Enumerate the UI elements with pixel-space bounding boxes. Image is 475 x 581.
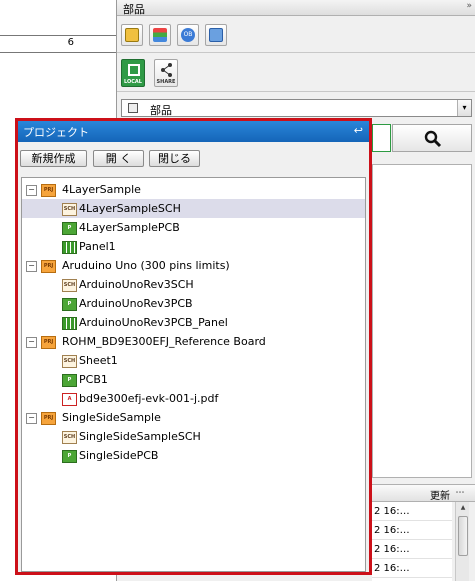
tree-project-node[interactable]: − PRJ SingleSideSample	[22, 408, 365, 427]
schematic-icon: SCH	[62, 355, 77, 368]
project-panel-titlebar: プロジェクト ↩	[18, 121, 369, 142]
list-icon	[128, 64, 140, 76]
parts-category-value: 部品	[150, 104, 172, 117]
db-button[interactable]	[205, 24, 227, 46]
parts-panel-title: 部品	[123, 3, 145, 16]
project-icon: PRJ	[41, 336, 56, 349]
tree-item-label: 4LayerSample	[62, 183, 141, 196]
share-label: SHARE	[156, 79, 176, 85]
project-icon: PRJ	[41, 412, 56, 425]
tree-item-label: ArduinoUnoRev3SCH	[79, 278, 194, 291]
close-project-button[interactable]: 閉じる	[149, 150, 200, 167]
scrollbar-thumb[interactable]	[458, 516, 468, 556]
tree-item[interactable]: ArduinoUnoRev3PCB_Panel	[22, 313, 365, 332]
grid-cell[interactable]: 2 16:…	[372, 521, 452, 540]
parts-library-icon	[125, 28, 139, 42]
tree-item-label: ArduinoUnoRev3PCB_Panel	[79, 316, 228, 329]
search-button[interactable]	[392, 124, 472, 152]
pcb-icon: P	[62, 450, 77, 463]
project-panel: プロジェクト ↩ 新規作成 開 く 閉じる − PRJ 4LayerSample SC…	[15, 118, 372, 575]
toolbar-separator	[117, 52, 475, 53]
grid-cell[interactable]: 2 16:…	[372, 540, 452, 559]
project-panel-title: プロジェクト	[23, 126, 89, 139]
ob-button[interactable]: OB	[177, 24, 199, 46]
ob-icon: OB	[181, 28, 195, 42]
collapse-icon[interactable]: −	[26, 413, 37, 424]
local-button[interactable]: LOCAL	[121, 59, 145, 87]
share-button[interactable]: SHARE	[154, 59, 178, 87]
tree-project-node[interactable]: − PRJ ROHM_BD9E300EFJ_Reference Board	[22, 332, 365, 351]
pin-icon[interactable]: ↩	[354, 124, 363, 137]
tree-item-label: SingleSideSample	[62, 411, 161, 424]
tree-item[interactable]: Abd9e300efj-evk-001-j.pdf	[22, 389, 365, 408]
grid-column-updated[interactable]: 更新	[430, 487, 450, 502]
column-menu-icon[interactable]: ⋯	[451, 484, 469, 502]
parts-library-button[interactable]	[121, 24, 143, 46]
toolbar-separator	[117, 91, 475, 92]
tree-project-node[interactable]: − PRJ Aruduino Uno (300 pins limits)	[22, 256, 365, 275]
tree-item-label: Panel1	[79, 240, 116, 253]
local-label: LOCAL	[124, 79, 142, 85]
tree-item-label: ArduinoUnoRev3PCB	[79, 297, 193, 310]
collapse-icon[interactable]: −	[26, 261, 37, 272]
expand-icon[interactable]: »	[466, 1, 472, 11]
tree-project-node[interactable]: − PRJ 4LayerSample	[22, 180, 365, 199]
project-icon: PRJ	[41, 260, 56, 273]
tree-item[interactable]: SCH 4LayerSampleSCH	[22, 199, 365, 218]
tree-item-label: Sheet1	[79, 354, 118, 367]
schematic-icon: SCH	[62, 431, 77, 444]
scroll-up-icon[interactable]: ▲	[456, 502, 470, 514]
search-icon	[424, 130, 442, 148]
share-icon	[161, 63, 172, 77]
tree-item-label: 4LayerSampleSCH	[79, 202, 181, 215]
layers-icon	[153, 28, 167, 42]
pcb-icon: P	[62, 298, 77, 311]
tree-item[interactable]: P 4LayerSamplePCB	[22, 218, 365, 237]
tree-item[interactable]: P PCB1	[22, 370, 365, 389]
tree-item[interactable]: P SingleSidePCB	[22, 446, 365, 465]
open-project-button[interactable]: 開 く	[93, 150, 144, 167]
pcb-icon: P	[62, 222, 77, 235]
grid-cell[interactable]: 2 16:…	[372, 502, 452, 521]
vertical-scrollbar[interactable]: ▲	[455, 502, 469, 581]
pcb-icon: P	[62, 374, 77, 387]
project-icon: PRJ	[41, 184, 56, 197]
chip-icon	[128, 103, 138, 113]
grid-cell[interactable]: 2 16:…	[372, 559, 452, 578]
new-project-button[interactable]: 新規作成	[20, 150, 87, 167]
tree-item-label: 4LayerSamplePCB	[79, 221, 180, 234]
grid-body: 2 16:… 2 16:… 2 16:… 2 16:…	[372, 502, 452, 581]
ruler: 6	[0, 35, 116, 53]
tree-item[interactable]: P ArduinoUnoRev3PCB	[22, 294, 365, 313]
tree-item-label: SingleSideSampleSCH	[79, 430, 201, 443]
chevron-down-icon[interactable]: ▾	[457, 100, 471, 116]
tree-item[interactable]: SCH ArduinoUnoRev3SCH	[22, 275, 365, 294]
tree-item-label: PCB1	[79, 373, 108, 386]
db-icon	[209, 28, 223, 42]
tree-item[interactable]: SCH SingleSideSampleSCH	[22, 427, 365, 446]
panel-icon	[62, 241, 77, 254]
pdf-icon: A	[62, 393, 77, 406]
layers-button[interactable]	[149, 24, 171, 46]
parts-list[interactable]	[372, 164, 472, 478]
collapse-icon[interactable]: −	[26, 337, 37, 348]
project-tree[interactable]: − PRJ 4LayerSample SCH 4LayerSampleSCH P 4Laye…	[21, 177, 366, 572]
tree-item[interactable]: SCH Sheet1	[22, 351, 365, 370]
parts-search-input[interactable]	[372, 124, 391, 152]
tree-item[interactable]: Panel1	[22, 237, 365, 256]
parts-category-select[interactable]: 部品 ▾	[121, 99, 472, 117]
schematic-icon: SCH	[62, 279, 77, 292]
tree-item-label: SingleSidePCB	[79, 449, 159, 462]
parts-panel-header: 部品 »	[117, 0, 475, 16]
panel-icon	[62, 317, 77, 330]
tree-item-label: Aruduino Uno (300 pins limits)	[62, 259, 230, 272]
collapse-icon[interactable]: −	[26, 185, 37, 196]
schematic-icon: SCH	[62, 203, 77, 216]
tree-item-label: bd9e300efj-evk-001-j.pdf	[79, 392, 219, 405]
tree-item-label: ROHM_BD9E300EFJ_Reference Board	[62, 335, 266, 348]
ruler-number: 6	[67, 37, 74, 48]
